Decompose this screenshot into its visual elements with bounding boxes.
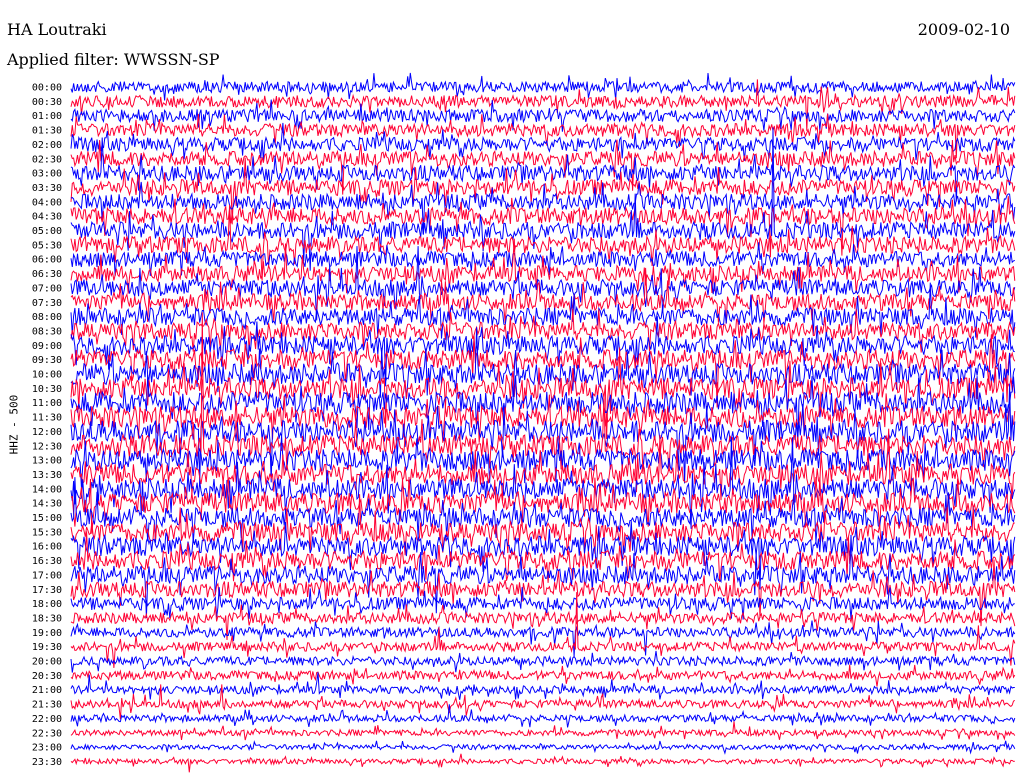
tick-label-0800: 08:00 bbox=[32, 312, 62, 323]
tick-label-0030: 00:30 bbox=[32, 97, 62, 108]
trace-2030 bbox=[70, 664, 1016, 687]
tick-label-0630: 06:30 bbox=[32, 269, 62, 280]
tick-label-1530: 15:30 bbox=[32, 527, 62, 538]
tick-label-0230: 02:30 bbox=[32, 154, 62, 165]
tick-label-0300: 03:00 bbox=[32, 169, 62, 180]
tick-label-2330: 23:30 bbox=[32, 757, 62, 768]
tick-label-1030: 10:30 bbox=[32, 384, 62, 395]
time-tick-labels: 00:00 00:30 01:00 01:30 02:00 02:30 03:00 03:30… bbox=[32, 83, 62, 768]
tick-label-0930: 09:30 bbox=[32, 355, 62, 366]
tick-label-1930: 19:30 bbox=[32, 642, 62, 653]
trace-1300 bbox=[70, 435, 1016, 488]
tick-label-1100: 11:00 bbox=[32, 398, 62, 409]
tick-label-0130: 01:30 bbox=[32, 126, 62, 137]
tick-label-0700: 07:00 bbox=[32, 283, 62, 294]
tick-label-1700: 17:00 bbox=[32, 570, 62, 581]
trace-1900 bbox=[70, 620, 1016, 657]
tick-label-1300: 13:00 bbox=[32, 456, 62, 467]
tick-label-2000: 20:00 bbox=[32, 657, 62, 668]
tick-label-2200: 22:00 bbox=[32, 714, 62, 725]
tick-label-0100: 01:00 bbox=[32, 111, 62, 122]
tick-label-1600: 16:00 bbox=[32, 542, 62, 553]
tick-label-2230: 22:30 bbox=[32, 728, 62, 739]
tick-label-1900: 19:00 bbox=[32, 628, 62, 639]
tick-label-0830: 08:30 bbox=[32, 326, 62, 337]
tick-label-1130: 11:30 bbox=[32, 413, 62, 424]
tick-label-0000: 00:00 bbox=[32, 83, 62, 94]
tick-label-2030: 20:30 bbox=[32, 671, 62, 682]
tick-label-1500: 15:00 bbox=[32, 513, 62, 524]
trace-2230 bbox=[70, 721, 1016, 741]
tick-label-1630: 16:30 bbox=[32, 556, 62, 567]
trace-2200 bbox=[70, 704, 1016, 728]
trace-0000 bbox=[70, 72, 1016, 101]
tick-label-1830: 18:30 bbox=[32, 613, 62, 624]
trace-2330 bbox=[70, 753, 1015, 773]
tick-label-1730: 17:30 bbox=[32, 585, 62, 596]
tick-label-1200: 12:00 bbox=[32, 427, 62, 438]
tick-label-0600: 06:00 bbox=[32, 255, 62, 266]
tick-label-0430: 04:30 bbox=[32, 212, 62, 223]
trace-2000 bbox=[70, 650, 1016, 673]
tick-label-0530: 05:30 bbox=[32, 240, 62, 251]
tick-label-2130: 21:30 bbox=[32, 700, 62, 711]
trace-1800 bbox=[70, 587, 1015, 620]
tick-label-0730: 07:30 bbox=[32, 298, 62, 309]
tick-label-0500: 05:00 bbox=[32, 226, 62, 237]
tick-label-1000: 10:00 bbox=[32, 370, 62, 381]
helicorder-plot: 00:00 00:30 01:00 01:30 02:00 02:30 03:00 03:30… bbox=[32, 72, 1016, 773]
tick-label-0330: 03:30 bbox=[32, 183, 62, 194]
tick-label-1400: 14:00 bbox=[32, 484, 62, 495]
tick-label-2100: 21:00 bbox=[32, 685, 62, 696]
tick-label-0900: 09:00 bbox=[32, 341, 62, 352]
tick-label-0200: 02:00 bbox=[32, 140, 62, 151]
tick-label-1800: 18:00 bbox=[32, 599, 62, 610]
trace-2300 bbox=[70, 740, 1016, 755]
trace-group bbox=[70, 72, 1016, 773]
tick-label-1330: 13:30 bbox=[32, 470, 62, 481]
tick-label-1230: 12:30 bbox=[32, 441, 62, 452]
tick-label-0400: 04:00 bbox=[32, 197, 62, 208]
tick-label-2300: 23:00 bbox=[32, 743, 62, 754]
tick-label-1430: 14:30 bbox=[32, 499, 62, 510]
